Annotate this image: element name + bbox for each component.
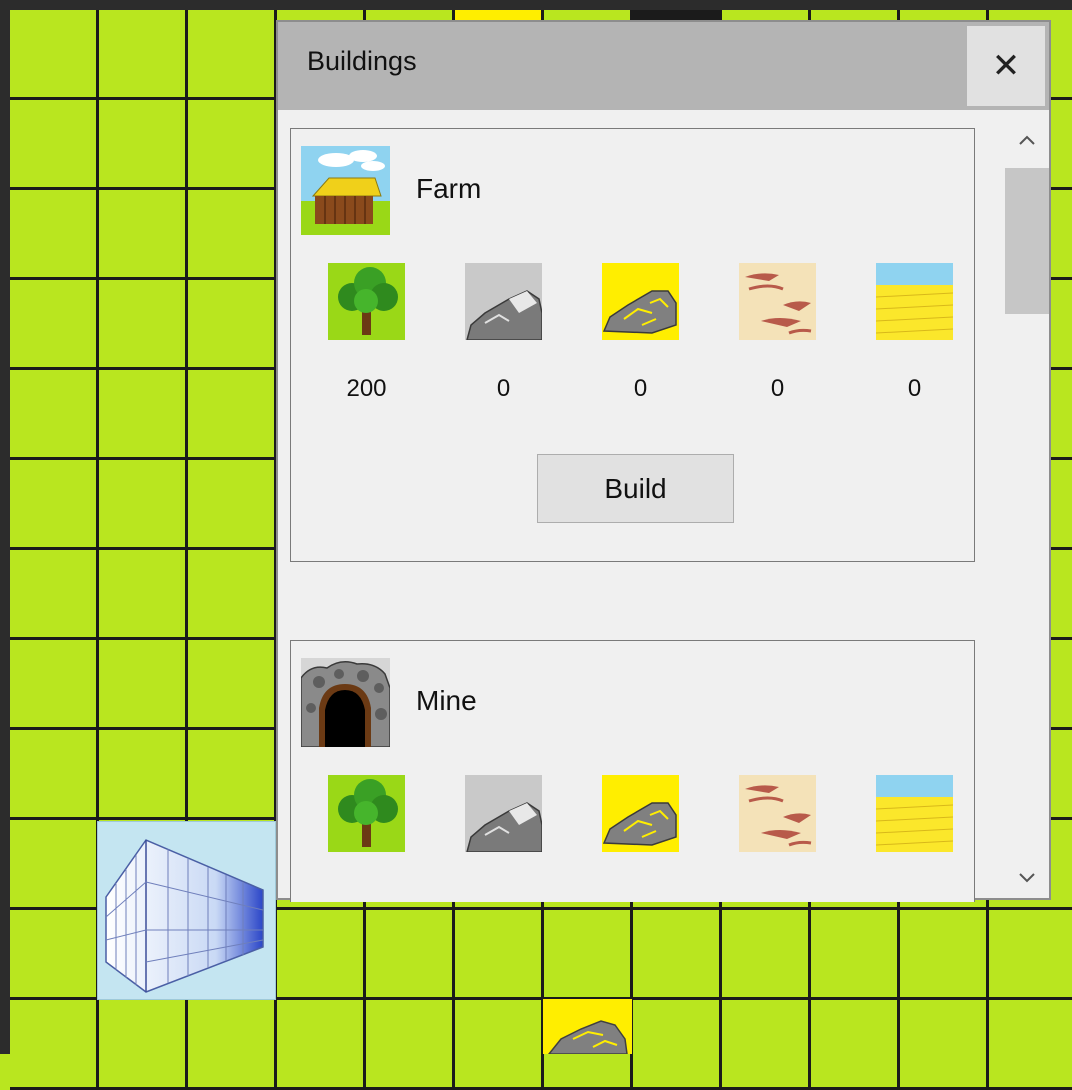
map-tile[interactable] [10,100,99,190]
map-tile[interactable] [10,370,99,460]
scroll-up-button[interactable] [1005,120,1049,160]
map-tile[interactable] [99,460,188,550]
map-tile[interactable] [722,1000,811,1090]
stone-icon [465,263,542,340]
scrollbar-thumb[interactable] [1005,168,1049,314]
map-tile[interactable] [99,550,188,640]
map-tile[interactable] [811,910,900,1000]
map-tile[interactable] [188,550,277,640]
map-tile[interactable] [10,280,99,370]
map-tile[interactable] [188,730,277,820]
map-tile[interactable] [989,910,1072,1000]
map-tile[interactable] [633,1000,722,1090]
building-card-farm: Farm 200 0 0 0 0 Build [290,128,975,562]
clay-icon [739,263,816,340]
map-tile[interactable] [277,1000,366,1090]
map-tile[interactable] [188,370,277,460]
map-tile[interactable] [99,640,188,730]
map-left-edge [0,0,10,1054]
map-tile[interactable] [366,1000,455,1090]
cost-wood: 200 [346,375,387,402]
map-tile[interactable] [10,550,99,640]
map-tile[interactable] [455,1000,544,1090]
map-tile[interactable] [544,910,633,1000]
cost-clay: 0 [770,375,785,402]
map-tile[interactable] [188,640,277,730]
map-tile[interactable] [188,1000,277,1090]
map-tile[interactable] [10,10,99,100]
map-gold-ore-tile[interactable] [543,999,632,1054]
chevron-down-icon [1019,873,1035,883]
cost-row: 200 0 0 0 0 [291,375,976,415]
map-tile[interactable] [633,910,722,1000]
map-tile[interactable] [99,190,188,280]
tree-icon [328,775,405,852]
map-tile[interactable] [455,910,544,1000]
office-building-tile[interactable] [97,821,276,1000]
map-tile[interactable] [10,820,99,910]
map-tile[interactable] [99,1000,188,1090]
map-tile[interactable] [900,1000,989,1090]
map-tile[interactable] [99,730,188,820]
mine-icon [301,658,390,747]
map-tile[interactable] [188,100,277,190]
map-tile[interactable] [989,1000,1072,1090]
close-icon: ✕ [991,47,1021,85]
map-tile[interactable] [10,1000,99,1090]
chevron-up-icon [1019,135,1035,145]
map-tile[interactable] [188,460,277,550]
building-name: Mine [416,685,477,716]
stone-icon [465,775,542,852]
map-tile[interactable] [188,10,277,100]
resource-icon-row [291,775,976,855]
farm-icon [301,146,390,235]
map-tile[interactable] [277,910,366,1000]
cost-stone: 0 [496,375,511,402]
building-name: Farm [416,173,482,204]
gold-ore-icon [548,1020,628,1054]
gold-ore-icon [602,775,679,852]
map-tile[interactable] [99,370,188,460]
map-tile[interactable] [900,910,989,1000]
office-building-icon [105,839,264,993]
dialog-title: Buildings [307,46,417,76]
map-tile[interactable] [99,10,188,100]
tree-icon [328,263,405,340]
gold-ore-icon [602,263,679,340]
map-tile[interactable] [366,910,455,1000]
wheat-field-icon [876,263,953,340]
clay-icon [739,775,816,852]
cost-wheat: 0 [907,375,922,402]
map-tile[interactable] [811,1000,900,1090]
build-button-farm[interactable]: Build [537,454,734,523]
building-card-mine: Mine [290,640,975,902]
map-tile[interactable] [99,280,188,370]
map-tile[interactable] [10,190,99,280]
vertical-scrollbar[interactable] [1005,110,1049,898]
cost-gold: 0 [633,375,648,402]
resource-icon-row [291,263,976,343]
buildings-dialog: Buildings ✕ Farm 200 0 0 0 0 Build Mine [276,20,1051,902]
map-top-edge [0,0,1072,10]
map-tile[interactable] [10,460,99,550]
map-tile[interactable] [10,730,99,820]
map-tile[interactable] [99,100,188,190]
map-tile[interactable] [10,910,99,1000]
map-tile[interactable] [10,640,99,730]
dialog-titlebar[interactable]: Buildings ✕ [278,22,1049,110]
map-tile[interactable] [188,280,277,370]
map-tile[interactable] [722,910,811,1000]
map-tile[interactable] [188,190,277,280]
scroll-down-button[interactable] [1005,858,1049,898]
close-button[interactable]: ✕ [967,26,1045,106]
wheat-field-icon [876,775,953,852]
